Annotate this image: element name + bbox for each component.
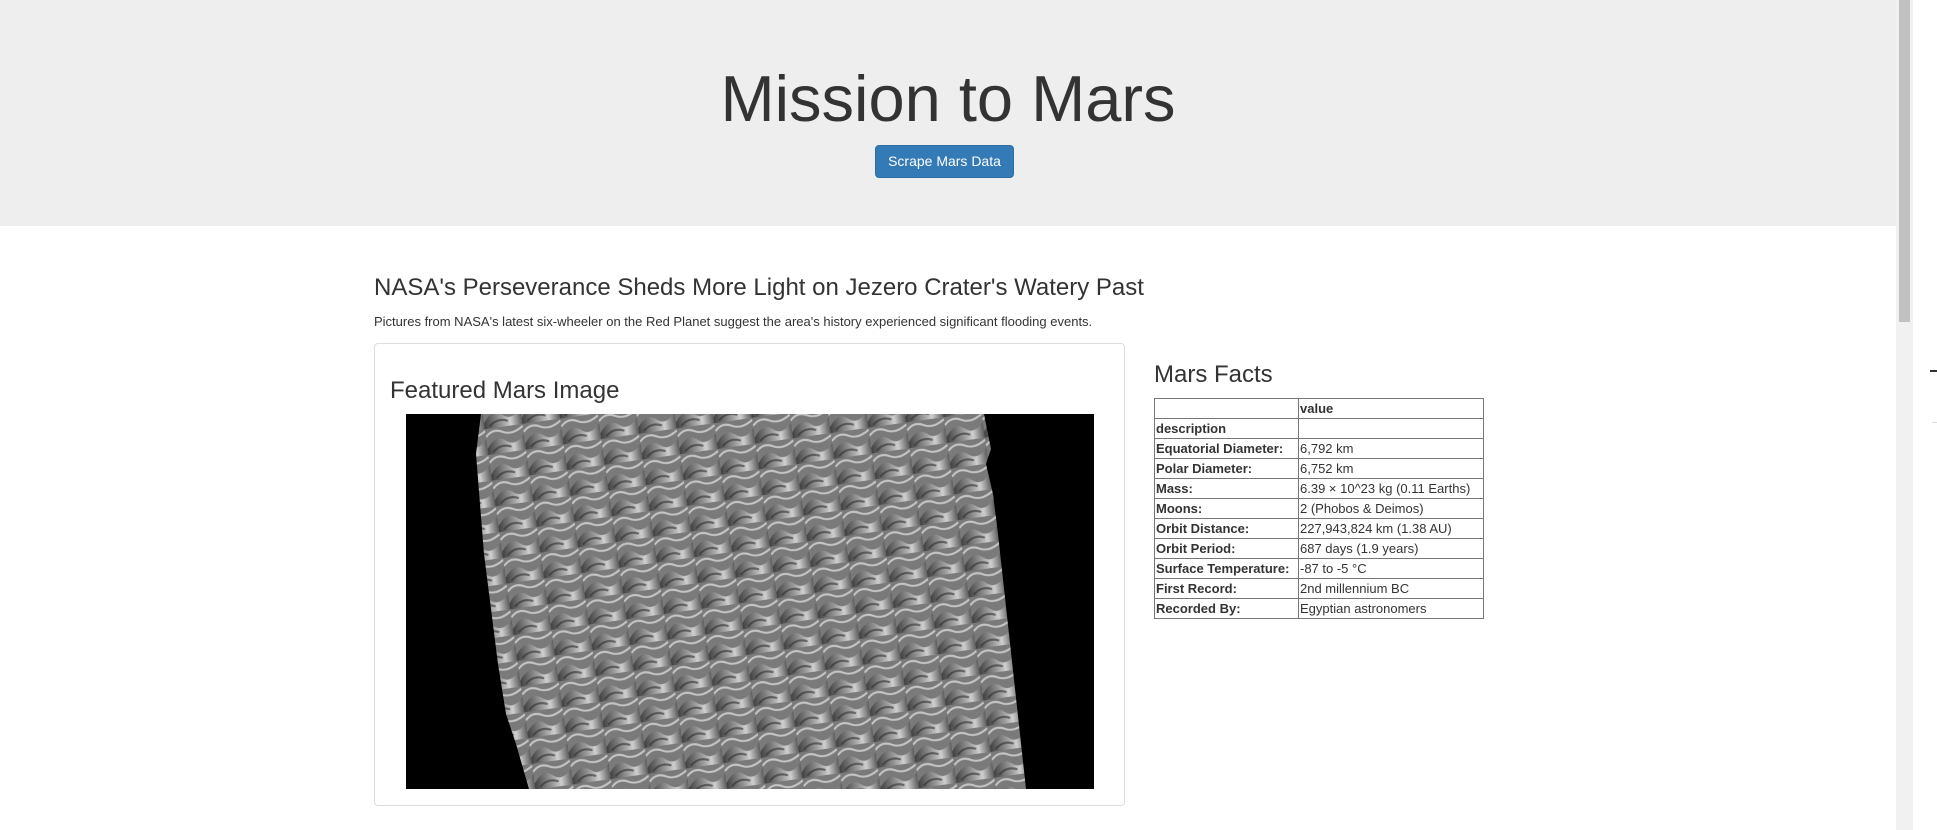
edge-marker — [1930, 370, 1937, 372]
table-row: Polar Diameter: 6,752 km — [1154, 458, 1484, 479]
fact-value: 6,752 km — [1298, 458, 1484, 479]
table-header-description: description — [1154, 418, 1299, 439]
scrape-mars-data-button[interactable]: Scrape Mars Data — [875, 145, 1014, 178]
page-title: Mission to Mars — [720, 62, 1176, 135]
featured-mars-image — [406, 414, 1094, 789]
table-header-value: value — [1298, 398, 1484, 419]
fact-value: 227,943,824 km (1.38 AU) — [1298, 518, 1484, 539]
fact-value: 6,792 km — [1298, 438, 1484, 459]
fact-label: Surface Temperature: — [1154, 558, 1299, 579]
fact-value: 2nd millennium BC — [1298, 578, 1484, 599]
table-row: Surface Temperature: -87 to -5 °C — [1154, 558, 1484, 579]
edge-divider — [1932, 422, 1937, 423]
mars-facts-title: Mars Facts — [1154, 361, 1273, 388]
table-row: Equatorial Diameter: 6,792 km — [1154, 438, 1484, 459]
adjacent-window-edge — [1913, 0, 1937, 830]
table-header-blank — [1298, 418, 1484, 439]
table-header-blank — [1154, 398, 1299, 419]
table-row: Mass: 6.39 × 10^23 kg (0.11 Earths) — [1154, 478, 1484, 499]
fact-value: 6.39 × 10^23 kg (0.11 Earths) — [1298, 478, 1484, 499]
page: Mission to Mars Scrape Mars Data NASA's … — [0, 0, 1937, 830]
featured-image-panel: Featured Mars Image — [374, 343, 1125, 806]
table-row: Moons: 2 (Phobos & Deimos) — [1154, 498, 1484, 519]
fact-label: Recorded By: — [1154, 598, 1299, 619]
table-row: First Record: 2nd millennium BC — [1154, 578, 1484, 599]
fact-label: Orbit Distance: — [1154, 518, 1299, 539]
fact-label: Orbit Period: — [1154, 538, 1299, 559]
table-row: Recorded By: Egyptian astronomers — [1154, 598, 1484, 619]
news-title: NASA's Perseverance Sheds More Light on … — [374, 274, 1144, 301]
table-header-row: value — [1154, 398, 1484, 419]
news-teaser: Pictures from NASA's latest six-wheeler … — [374, 314, 1093, 329]
table-header-row: description — [1154, 418, 1484, 439]
mars-facts-table: value description Equatorial Diameter: 6,… — [1154, 398, 1484, 619]
table-row: Orbit Period: 687 days (1.9 years) — [1154, 538, 1484, 559]
fact-value: 687 days (1.9 years) — [1298, 538, 1484, 559]
fact-label: Polar Diameter: — [1154, 458, 1299, 479]
fact-value: -87 to -5 °C — [1298, 558, 1484, 579]
table-row: Orbit Distance: 227,943,824 km (1.38 AU) — [1154, 518, 1484, 539]
fact-label: First Record: — [1154, 578, 1299, 599]
fact-value: Egyptian astronomers — [1298, 598, 1484, 619]
fact-label: Moons: — [1154, 498, 1299, 519]
fact-label: Mass: — [1154, 478, 1299, 499]
scrollbar-thumb[interactable] — [1899, 0, 1910, 322]
header-jumbotron: Mission to Mars Scrape Mars Data — [0, 0, 1896, 226]
featured-image-title: Featured Mars Image — [390, 377, 620, 404]
fact-label: Equatorial Diameter: — [1154, 438, 1299, 459]
fact-value: 2 (Phobos & Deimos) — [1298, 498, 1484, 519]
